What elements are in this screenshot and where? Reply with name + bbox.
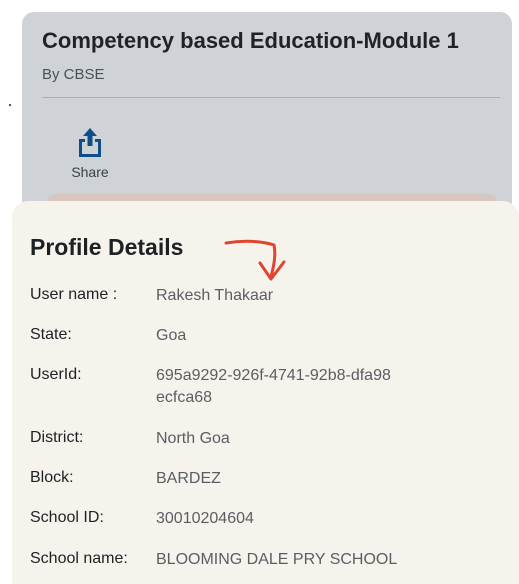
- label-block: Block:: [30, 469, 74, 486]
- label-user-id: UserId:: [30, 366, 82, 383]
- share-button[interactable]: Share: [66, 126, 114, 180]
- value-block: BARDEZ: [156, 470, 221, 487]
- course-card: Competency based Education-Module 1 By C…: [22, 12, 512, 234]
- red-arrow-annotation-icon: [224, 239, 286, 281]
- label-school-name: School name:: [30, 550, 128, 567]
- value-user-name: Rakesh Thakaar: [156, 287, 274, 304]
- value-school-name: BLOOMING DALE PRY SCHOOL: [156, 551, 398, 568]
- value-user-id: 695a9292-926f-4741-92b8-dfa98ecfca68: [156, 367, 391, 406]
- label-user-name: User name :: [30, 286, 118, 303]
- profile-details-sheet: Profile Details User name : Rakesh Thaka…: [12, 201, 519, 584]
- value-state: Goa: [156, 327, 187, 344]
- share-label: Share: [71, 164, 109, 180]
- screen: Competency based Education-Module 1 By C…: [0, 0, 519, 584]
- profile-title: Profile Details: [30, 234, 184, 260]
- share-icon: [79, 128, 101, 157]
- label-school-id: School ID:: [30, 509, 104, 526]
- course-title: Competency based Education-Module 1: [42, 28, 459, 53]
- value-district: North Goa: [156, 430, 230, 447]
- course-author: By CBSE: [42, 66, 105, 83]
- value-school-id: 30010204604: [156, 510, 254, 527]
- label-district: District:: [30, 429, 84, 446]
- divider: [42, 97, 500, 98]
- stray-mark: [9, 104, 11, 106]
- label-state: State:: [30, 326, 72, 343]
